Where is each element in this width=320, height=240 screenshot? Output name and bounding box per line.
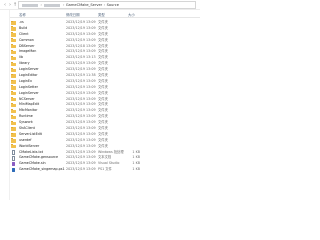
breadcrumb-separator: › <box>103 3 106 7</box>
folder-icon <box>11 102 16 108</box>
solution-file-icon <box>11 162 16 167</box>
redacted-path-segment <box>22 3 38 7</box>
column-header-name[interactable]: 名称 <box>19 12 26 17</box>
redacted-path-segment <box>44 3 61 7</box>
folder-icon <box>11 32 16 37</box>
folder-icon <box>11 20 16 25</box>
text-file-icon <box>11 156 16 161</box>
folder-icon <box>11 38 16 43</box>
address-toolbar: ‹ › ↑ › › GameCMake_Server › Source <box>0 0 200 10</box>
file-size: 1 KB <box>132 167 140 172</box>
breadcrumb-separator: › <box>40 3 42 7</box>
folder-icon <box>11 126 16 131</box>
file-row[interactable]: GameCMake_singemap.ps1 2023/12/19 13:09 PS… <box>10 167 200 173</box>
folder-icon <box>11 61 16 67</box>
folder-icon <box>11 120 16 125</box>
folder-icon <box>11 138 16 143</box>
folder-icon <box>11 73 16 78</box>
folder-icon <box>11 49 16 55</box>
file-type: PS1 文件 <box>98 167 112 172</box>
column-header-date[interactable]: 修改日期 <box>66 12 80 17</box>
folder-icon <box>11 114 16 120</box>
navigation-pane <box>0 10 10 200</box>
breadcrumb-segment[interactable]: GameCMake_Server <box>66 2 102 8</box>
file-list: .vs 2023/12/19 13:09 文件夹 Build 2023/12/19 13… <box>10 20 200 173</box>
breadcrumb-separator: › <box>62 3 65 7</box>
folder-icon <box>11 44 16 49</box>
folder-icon <box>11 26 16 31</box>
folder-icon <box>11 108 16 114</box>
column-header-type[interactable]: 类型 <box>98 12 105 17</box>
breadcrumb-segment[interactable]: Source <box>107 2 119 8</box>
folder-icon <box>11 144 16 149</box>
file-name: GameCMake_singemap.ps1 <box>19 167 65 172</box>
column-header-row: 名称 修改日期 类型 大小 <box>10 10 200 18</box>
folder-icon <box>11 132 16 137</box>
text-file-icon <box>11 150 16 155</box>
folder-icon <box>11 67 16 72</box>
column-header-size[interactable]: 大小 <box>128 12 135 17</box>
folder-icon <box>11 55 16 61</box>
folder-icon <box>11 79 16 84</box>
folder-icon <box>11 85 16 90</box>
file-list-pane: 名称 修改日期 类型 大小 .vs 2023/12/19 13:09 文件夹 Buil… <box>0 10 200 200</box>
address-bar[interactable]: › › GameCMake_Server › Source <box>18 1 196 9</box>
powershell-file-icon <box>11 168 16 173</box>
folder-icon <box>11 91 16 96</box>
file-modified-date: 2023/12/19 13:09 <box>66 167 96 172</box>
folder-icon <box>11 97 16 102</box>
